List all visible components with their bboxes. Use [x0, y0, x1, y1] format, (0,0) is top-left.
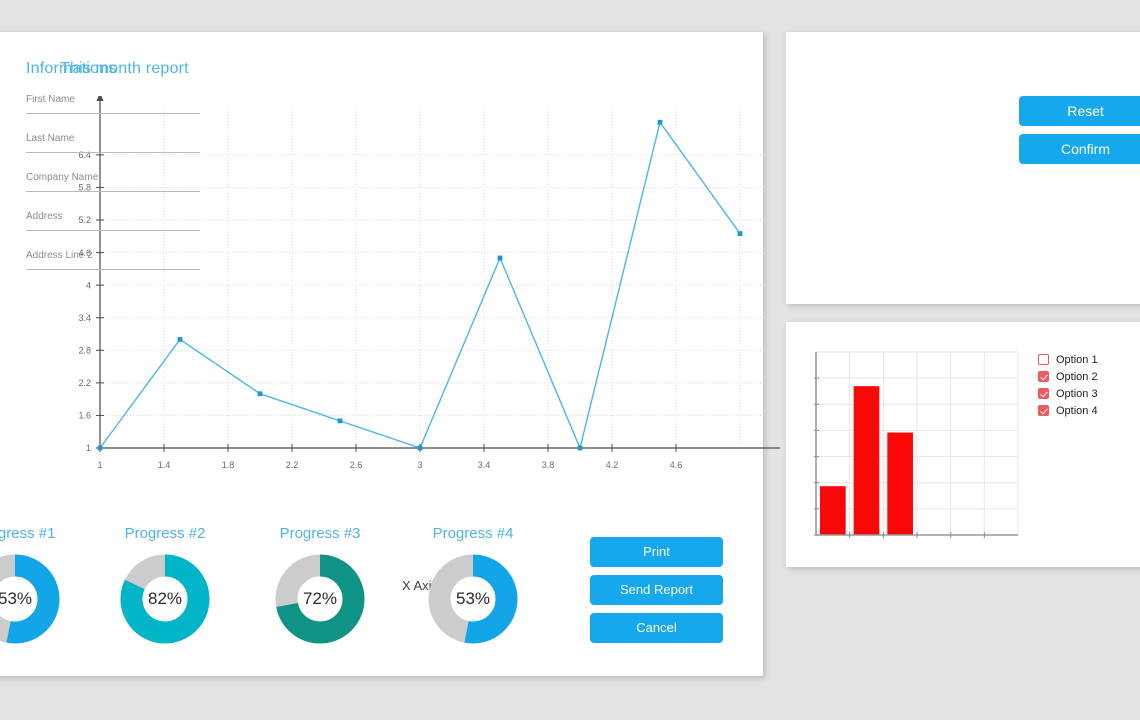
legend-label: Option 3: [1056, 387, 1098, 400]
svg-text:1.4: 1.4: [158, 460, 171, 470]
svg-text:3: 3: [417, 460, 422, 470]
progress-value: 72%: [302, 589, 338, 608]
print-button[interactable]: Print: [590, 537, 723, 567]
svg-text:2.2: 2.2: [286, 460, 299, 470]
checkbox-checked-icon[interactable]: [1038, 388, 1049, 399]
legend-item[interactable]: Option 3: [1038, 385, 1098, 402]
bar-chart-legend: Option 1 Option 2 Option 3 Option 4: [1038, 351, 1098, 419]
bar-chart-container: [813, 350, 1020, 540]
legend-label: Option 1: [1056, 353, 1098, 366]
cancel-button[interactable]: Cancel: [590, 613, 723, 643]
confirm-button[interactable]: Confirm: [1019, 134, 1140, 164]
legend-label: Option 2: [1056, 370, 1098, 383]
legend-item[interactable]: Option 2: [1038, 368, 1098, 385]
reset-button[interactable]: Reset: [1019, 96, 1140, 126]
svg-text:4.6: 4.6: [670, 460, 683, 470]
checkbox-checked-icon[interactable]: [1038, 371, 1049, 382]
progress-item: Progress #1 53%: [0, 525, 90, 644]
progress-item: Progress #4 53%: [398, 525, 548, 644]
legend-item[interactable]: Option 4: [1038, 402, 1098, 419]
address-line-2-input[interactable]: [26, 244, 200, 270]
informations-button-group: Reset Confirm: [1019, 96, 1140, 172]
progress-label: Progress #2: [124, 525, 206, 542]
form-field-address-line-2: [26, 244, 200, 283]
company-name-input[interactable]: [26, 166, 200, 192]
progress-donut: 72%: [275, 554, 365, 644]
svg-text:2.8: 2.8: [78, 345, 91, 355]
svg-text:1.8: 1.8: [222, 460, 235, 470]
address-input[interactable]: [26, 205, 200, 231]
svg-text:3.8: 3.8: [542, 460, 555, 470]
svg-text:1.6: 1.6: [78, 411, 91, 421]
progress-value: 82%: [147, 589, 183, 608]
first-name-input[interactable]: [26, 88, 200, 114]
progress-label: Progress #1: [0, 525, 56, 542]
progress-item: Progress #3 72%: [245, 525, 395, 644]
legend-label: Option 4: [1056, 404, 1098, 417]
informations-title: Informations: [26, 60, 117, 77]
progress-donut: 53%: [0, 554, 60, 644]
svg-text:4.2: 4.2: [606, 460, 619, 470]
legend-item[interactable]: Option 1: [1038, 351, 1098, 368]
svg-text:1: 1: [86, 443, 91, 453]
svg-text:1: 1: [97, 460, 102, 470]
last-name-input[interactable]: [26, 127, 200, 153]
form-field-last-name: [26, 127, 200, 166]
action-button-group: Print Send Report Cancel: [590, 537, 723, 651]
form-field-address: [26, 205, 200, 244]
progress-label: Progress #4: [432, 525, 514, 542]
progress-donut: 53%: [428, 554, 518, 644]
progress-item: Progress #2 82%: [90, 525, 240, 644]
form-field-company-name: [26, 166, 200, 205]
svg-text:2.6: 2.6: [350, 460, 363, 470]
svg-text:3.4: 3.4: [478, 460, 491, 470]
svg-text:2.2: 2.2: [78, 378, 91, 388]
progress-value: 53%: [0, 589, 33, 608]
checkbox-unchecked-icon[interactable]: [1038, 354, 1049, 365]
checkbox-checked-icon[interactable]: [1038, 405, 1049, 416]
progress-donut: 82%: [120, 554, 210, 644]
form-field-first-name: [26, 88, 200, 127]
svg-text:3.4: 3.4: [78, 313, 91, 323]
bar-chart: [813, 351, 1019, 538]
progress-label: Progress #3: [279, 525, 361, 542]
progress-value: 53%: [455, 589, 491, 608]
send-report-button[interactable]: Send Report: [590, 575, 723, 605]
progress-donut-row: Progress #1 53% Progress #2 82% Progress #3 7…: [0, 525, 600, 655]
informations-form: [26, 88, 200, 283]
